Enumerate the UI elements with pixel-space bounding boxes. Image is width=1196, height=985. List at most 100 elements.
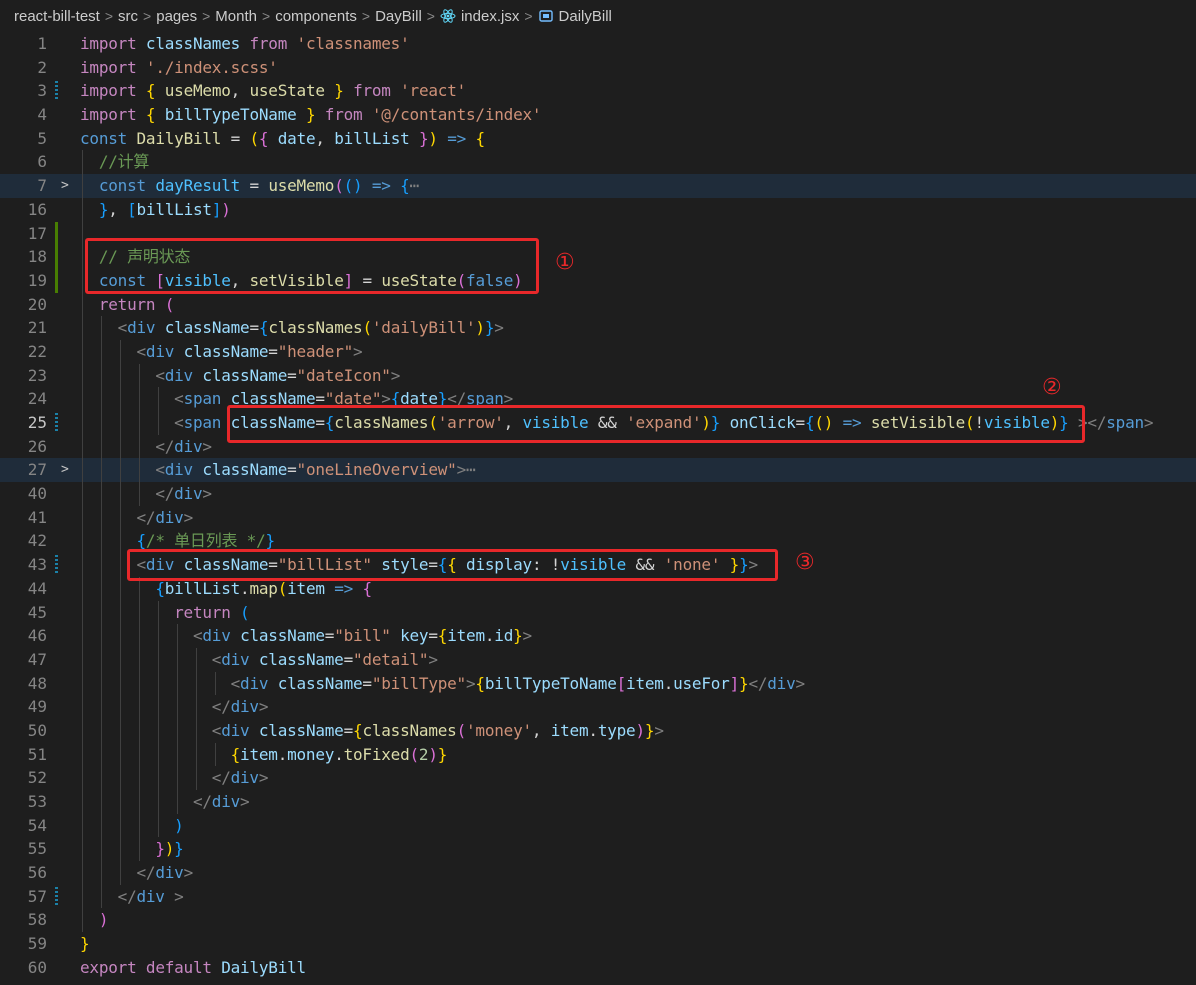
code-line: 56 </div> <box>0 861 1196 885</box>
line-number: 44 <box>27 578 47 598</box>
code-line: 50 <div className={classNames('money', i… <box>0 718 1196 743</box>
line-number: 20 <box>27 294 47 314</box>
chevron-right-icon: > <box>202 8 211 24</box>
code-line: 52 </div> <box>0 766 1196 790</box>
breadcrumb-item-src[interactable]: src <box>118 8 138 25</box>
line-number: 46 <box>27 626 47 646</box>
line-number: 21 <box>27 318 47 338</box>
git-modified-marker[interactable] <box>55 555 58 575</box>
annotation-marker-1: ① <box>555 250 575 275</box>
code-line: 58 ) <box>0 908 1196 933</box>
git-added-marker[interactable] <box>55 268 58 293</box>
line-number: 51 <box>27 744 47 764</box>
line-number: 54 <box>27 815 47 835</box>
code-line: 7 > const dayResult = useMemo(() => {⋯ <box>0 174 1196 198</box>
code-line: 41 </div> <box>0 505 1196 530</box>
line-number: 56 <box>27 863 47 883</box>
code-line: 49 </div> <box>0 695 1196 719</box>
breadcrumb-symbol[interactable]: DailyBill <box>559 8 612 25</box>
code-line: 4 import { billTypeToName } from '@/conta… <box>0 103 1196 127</box>
line-number: 25 <box>27 413 47 432</box>
line-number: 40 <box>27 484 47 504</box>
code-editor[interactable]: 1 import classNames from 'classnames' 2 im… <box>0 32 1196 980</box>
chevron-right-icon: > <box>426 8 435 24</box>
code-line: 27 > <div className="oneLineOverview">⋯ <box>0 458 1196 483</box>
line-number: 50 <box>27 720 47 740</box>
annotation-box-1 <box>85 238 539 294</box>
code-line: 46 <div className="bill" key={item.id}> <box>0 624 1196 648</box>
line-number: 45 <box>27 602 47 622</box>
annotation-marker-3: ③ <box>795 550 815 575</box>
chevron-right-icon: > <box>143 8 152 24</box>
chevron-right-icon[interactable]: > <box>61 458 69 482</box>
line-number: 19 <box>27 270 47 290</box>
line-number: 22 <box>27 341 47 361</box>
line-number: 17 <box>27 223 47 243</box>
breadcrumb-item-pages[interactable]: pages <box>156 8 197 25</box>
git-modified-marker[interactable] <box>55 886 58 906</box>
code-line: 47 <div className="detail"> <box>0 647 1196 672</box>
code-line: 1 import classNames from 'classnames' <box>0 32 1196 56</box>
line-number: 3 <box>37 81 47 101</box>
breadcrumb-file[interactable]: index.jsx <box>461 8 519 25</box>
line-number: 1 <box>37 34 47 53</box>
code-line: 40 </div> <box>0 482 1196 506</box>
line-number: 49 <box>27 697 47 717</box>
line-number: 7 <box>37 176 47 196</box>
breadcrumb-item-project[interactable]: react-bill-test <box>14 8 100 25</box>
line-number: 59 <box>27 934 47 954</box>
line-number: 4 <box>37 105 47 125</box>
breadcrumb-item-components[interactable]: components <box>275 8 357 25</box>
line-number: 23 <box>27 365 47 385</box>
chevron-right-icon: > <box>104 8 114 24</box>
breadcrumb-item-month[interactable]: Month <box>215 8 257 25</box>
breadcrumb: react-bill-test > src > pages > Month > comp… <box>0 0 1196 32</box>
line-number: 24 <box>27 389 47 409</box>
annotation-marker-2: ② <box>1042 375 1062 400</box>
code-line: 48 <div className="billType">{billTypeTo… <box>0 671 1196 696</box>
code-line: 2 import './index.scss' <box>0 56 1196 80</box>
line-number: 60 <box>27 957 47 977</box>
chevron-right-icon[interactable]: > <box>61 174 69 198</box>
line-number: 53 <box>27 792 47 811</box>
code-line: 22 <div className="header"> <box>0 339 1196 364</box>
code-line: 21 <div className={classNames('dailyBill… <box>0 316 1196 340</box>
git-modified-marker[interactable] <box>55 413 58 432</box>
code-line: 16 }, [billList]) <box>0 197 1196 222</box>
chevron-right-icon: > <box>262 8 271 24</box>
symbol-variable-icon <box>538 10 553 22</box>
code-line: 53 </div> <box>0 790 1196 814</box>
code-line: 51 {item.money.toFixed(2)} <box>0 742 1196 767</box>
line-number: 16 <box>27 199 47 219</box>
line-number: 42 <box>27 531 47 551</box>
git-modified-marker[interactable] <box>55 81 58 101</box>
breadcrumb-item-daybill[interactable]: DayBill <box>375 8 422 25</box>
line-number: 57 <box>27 886 47 906</box>
line-number: 52 <box>27 768 47 788</box>
annotation-box-3 <box>127 549 778 581</box>
line-number: 47 <box>27 649 47 669</box>
line-number: 18 <box>27 247 47 267</box>
line-number: 41 <box>27 507 47 527</box>
line-number: 43 <box>27 555 47 575</box>
chevron-right-icon: > <box>361 8 371 24</box>
code-line: 57 </div > <box>0 884 1196 909</box>
react-file-icon <box>440 9 456 23</box>
line-number: 58 <box>27 910 47 930</box>
line-number: 6 <box>37 152 47 172</box>
line-number: 27 <box>27 460 47 480</box>
line-number: 5 <box>37 128 47 148</box>
annotation-box-2 <box>227 405 1085 443</box>
code-line: 3 import { useMemo, useState } from 'reac… <box>0 79 1196 103</box>
line-number: 2 <box>37 57 47 77</box>
code-line: 6 //计算 <box>0 150 1196 175</box>
code-line: 20 return ( <box>0 292 1196 317</box>
line-number: 55 <box>27 839 47 859</box>
code-line: 5 const DailyBill = ({ date, billList }) … <box>0 127 1196 151</box>
git-added-marker[interactable] <box>55 245 58 269</box>
git-added-marker[interactable] <box>55 221 58 246</box>
code-line: 54 ) <box>0 813 1196 838</box>
code-line: 60 export default DailyBill <box>0 956 1196 980</box>
code-line: 45 return ( <box>0 600 1196 625</box>
code-line: 23 <div className="dateIcon"> <box>0 363 1196 388</box>
